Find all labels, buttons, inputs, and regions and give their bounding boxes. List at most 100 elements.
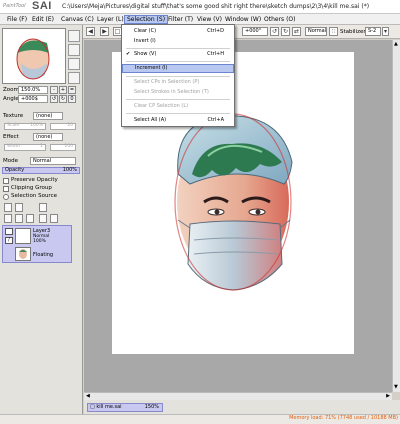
menu-item-clear[interactable]: Clear (C) Ctrl+D — [122, 27, 234, 36]
menu-item-invert-label: Invert (I) — [134, 38, 156, 44]
menu-selection[interactable]: Selection (S) — [124, 15, 169, 24]
zoom-minus-icon[interactable]: - — [50, 86, 58, 94]
redo-icon[interactable]: ▶ — [100, 27, 109, 36]
zoom-field[interactable]: 150.0% — [18, 86, 48, 94]
new-linework-layer-icon[interactable] — [15, 203, 23, 212]
menu-item-select-all[interactable]: Select All (A) Ctrl+A — [122, 116, 234, 125]
menu-canvas[interactable]: Canvas (C) — [59, 15, 96, 24]
blend-mode-select[interactable]: Normal — [305, 27, 327, 36]
effect-strength-value: 100 — [64, 144, 73, 149]
menu-item-select-strokes[interactable]: Select Strokes in Selection (T) — [122, 88, 234, 97]
effect-width-label: Width — [7, 144, 21, 149]
selection-menu-dropdown: Clear (C) Ctrl+D Invert (I) ✔ Show (V) C… — [121, 24, 235, 127]
mode-select[interactable]: Normal — [30, 157, 76, 165]
document-tab[interactable]: □ kill me.sai 150% — [87, 403, 163, 412]
new-layer-icon[interactable] — [4, 203, 12, 212]
dropdown-arrow-icon[interactable]: ▾ — [382, 27, 389, 36]
menu-separator — [126, 76, 230, 77]
effect-select[interactable]: (none) — [33, 133, 63, 141]
texture-strength-slider[interactable]: 20 — [50, 123, 76, 130]
new-folder-icon[interactable] — [39, 203, 47, 212]
menu-item-increment[interactable]: Increment (I) — [122, 64, 234, 73]
memory-load-text: Memory load: 71% (7748 used / 10188 MB) — [289, 415, 398, 421]
navigator-zoom-in-icon[interactable] — [68, 30, 80, 42]
transfer-down-icon[interactable] — [4, 214, 12, 223]
opacity-value: 100% — [62, 167, 77, 173]
horizontal-scrollbar[interactable]: ◀ ▶ — [84, 392, 392, 400]
apply-mask-icon[interactable] — [50, 214, 58, 223]
menu-item-increment-label: Increment (I) — [135, 65, 168, 71]
effect-width-value: 1 — [40, 144, 43, 149]
angle-right-icon[interactable]: ↻ — [59, 95, 67, 103]
zoom-reset-icon[interactable]: = — [68, 86, 76, 94]
clipping-group-checkbox[interactable] — [3, 186, 9, 192]
document-zoom: 150% — [144, 404, 159, 410]
undo-icon[interactable]: ◀ — [86, 27, 95, 36]
menu-filter[interactable]: Filter (T) — [166, 15, 195, 24]
rotate-right-icon[interactable]: ↻ — [281, 27, 290, 36]
vertical-scrollbar[interactable]: ▲ ▼ — [392, 40, 400, 392]
rotate-left-icon[interactable]: ↺ — [270, 27, 279, 36]
zoom-plus-icon[interactable]: + — [59, 86, 67, 94]
menu-item-clear-label: Clear (C) — [134, 28, 157, 34]
angle-left-icon[interactable]: ↺ — [50, 95, 58, 103]
menu-item-select-cps-label: Select CPs in Selection (P) — [134, 79, 200, 85]
menu-item-select-strokes-label: Select Strokes in Selection (T) — [134, 89, 209, 95]
menu-item-invert[interactable]: Invert (I) — [122, 37, 234, 46]
layer-thumbnail — [15, 228, 31, 244]
angle-reset-icon[interactable]: 0 — [68, 95, 76, 103]
app-logo-small: PaintTool — [3, 3, 26, 9]
flip-icon[interactable]: ⇄ — [292, 27, 301, 36]
floating-thumbnail-art — [19, 249, 27, 259]
menu-layer[interactable]: Layer (L) — [95, 15, 126, 24]
texture-select[interactable]: (none) — [33, 112, 63, 120]
menu-edit[interactable]: Edit (E) — [30, 15, 56, 24]
effect-strength-slider[interactable]: 100 — [50, 144, 76, 151]
selection-source-label: Selection Source — [11, 193, 57, 199]
menu-separator — [126, 99, 230, 100]
opacity-slider[interactable]: Opacity 100% — [2, 167, 80, 174]
pressure-icon[interactable]: ∷ — [329, 27, 338, 36]
layer-list[interactable]: / Layer3 Normal 100% Floating — [2, 225, 72, 263]
merge-down-icon[interactable] — [15, 214, 23, 223]
menu-separator — [126, 61, 230, 62]
menu-item-select-cps[interactable]: Select CPs in Selection (P) — [122, 78, 234, 87]
menu-file[interactable]: File (F) — [5, 15, 29, 24]
angle-field[interactable]: +000$ — [18, 95, 48, 103]
document-name: kill me.sai — [96, 404, 122, 410]
eye-icon[interactable] — [5, 228, 13, 235]
scroll-left-icon[interactable]: ◀ — [86, 394, 90, 399]
delete-layer-icon[interactable] — [26, 214, 34, 223]
angle-label: Angle — [3, 96, 19, 102]
navigator-reset-icon[interactable] — [68, 72, 80, 84]
navigator-rotate-icon[interactable] — [68, 58, 80, 70]
navigator-preview[interactable] — [2, 28, 66, 84]
menu-item-select-all-label: Select All (A) — [134, 117, 167, 123]
window-title: C:\Users\Meja\Pictures\digital stuff\tha… — [62, 3, 370, 10]
texture-scale-slider[interactable]: Scale 100% — [4, 123, 46, 130]
menu-item-clear-cp-selection[interactable]: Clear CP Selection (L) — [122, 102, 234, 111]
floating-thumbnail — [15, 247, 31, 261]
texture-strength-value: 20 — [67, 123, 73, 128]
stabilizer-select[interactable]: S-2 — [365, 27, 381, 36]
effect-width-slider[interactable]: Width 1 — [4, 144, 46, 151]
scroll-down-icon[interactable]: ▼ — [394, 385, 399, 390]
texture-label: Texture — [3, 113, 24, 119]
brush-icon[interactable]: / — [5, 237, 13, 244]
navigator-zoom-out-icon[interactable] — [68, 44, 80, 56]
navigator-thumbnail — [3, 29, 65, 83]
mode-label: Mode — [3, 158, 18, 164]
rotation-field[interactable]: +000° — [242, 27, 268, 36]
scroll-up-icon[interactable]: ▲ — [394, 42, 399, 47]
menu-separator — [126, 48, 230, 49]
clear-layer-icon[interactable] — [39, 214, 47, 223]
menu-others[interactable]: Others (O) — [262, 15, 297, 24]
menu-view[interactable]: View (V) — [195, 15, 224, 24]
menu-item-show[interactable]: ✔ Show (V) Ctrl+H — [122, 50, 234, 59]
checkmark-icon: ✔ — [126, 51, 131, 57]
scroll-right-icon[interactable]: ▶ — [386, 394, 390, 399]
menu-item-show-shortcut: Ctrl+H — [207, 51, 224, 57]
preserve-opacity-checkbox[interactable] — [3, 178, 9, 184]
selection-source-radio[interactable] — [3, 194, 9, 200]
menu-window[interactable]: Window (W) — [223, 15, 263, 24]
